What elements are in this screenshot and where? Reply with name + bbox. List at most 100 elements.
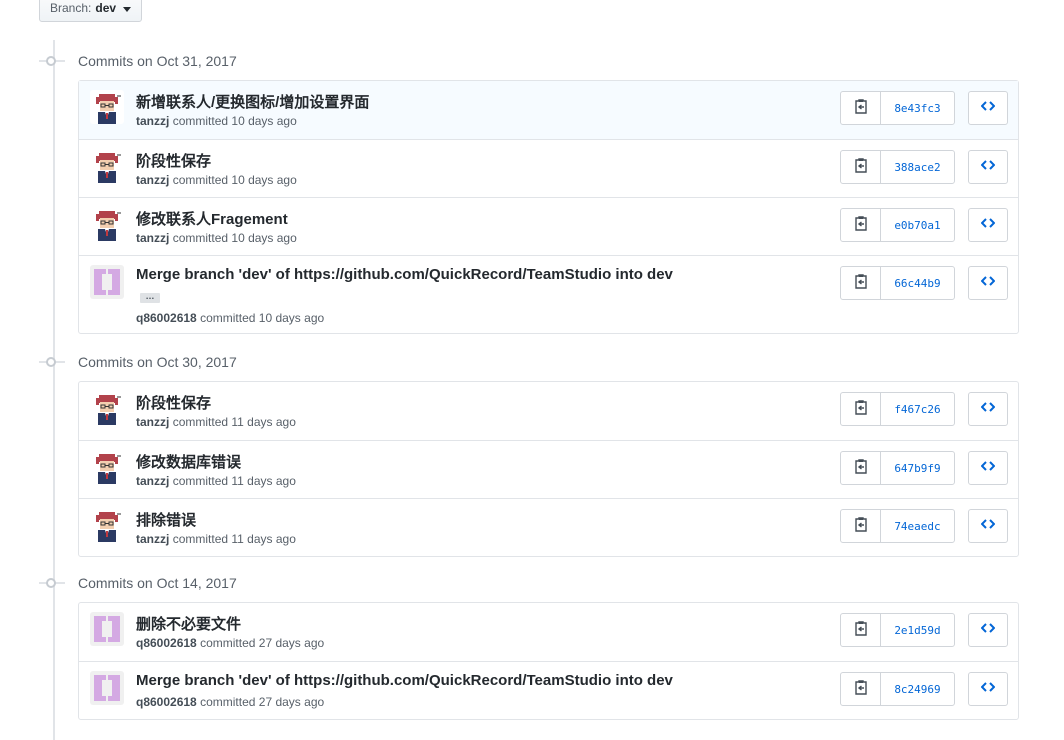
commit-group-header: Commits on Oct 30, 2017 xyxy=(39,354,237,370)
caret-down-icon xyxy=(123,6,132,12)
copy-sha-button[interactable] xyxy=(841,614,881,646)
commit-author-link[interactable]: q86002618 xyxy=(136,636,197,650)
browse-repo-button[interactable] xyxy=(968,672,1008,706)
commit-author-link[interactable]: tanzzj xyxy=(136,173,169,187)
browse-repo-button[interactable] xyxy=(968,509,1008,543)
copy-sha-button[interactable] xyxy=(841,510,881,542)
user-avatar[interactable] xyxy=(90,508,124,542)
commit-meta: tanzzj committed 11 days ago xyxy=(136,415,296,429)
copy-sha-button[interactable] xyxy=(841,92,881,124)
commit-time: 10 days ago xyxy=(231,114,297,128)
commit-action: committed xyxy=(172,415,229,429)
clipboard-icon xyxy=(854,620,868,641)
code-brackets-icon xyxy=(980,99,996,117)
code-brackets-icon xyxy=(980,459,996,477)
branch-select-button[interactable]: Branch: dev xyxy=(39,0,143,22)
browse-repo-button[interactable] xyxy=(968,266,1008,300)
commit-group: 删除不必要文件 q86002618 committed 27 days ago … xyxy=(78,602,1019,720)
commit-author-link[interactable]: q86002618 xyxy=(136,695,197,709)
sha-button-group: 8e43fc3 xyxy=(840,91,955,125)
expand-message-button[interactable]: … xyxy=(140,292,160,303)
commit-row: 新增联系人/更换图标/增加设置界面 tanzzj committed 10 da… xyxy=(79,81,1018,139)
commit-meta: tanzzj committed 10 days ago xyxy=(136,114,297,128)
clipboard-icon xyxy=(854,458,868,479)
commit-sha-link[interactable]: 8c24969 xyxy=(881,673,954,705)
browse-repo-button[interactable] xyxy=(968,451,1008,485)
clipboard-icon xyxy=(854,399,868,420)
commit-author-link[interactable]: tanzzj xyxy=(136,231,169,245)
commit-author-link[interactable]: tanzzj xyxy=(136,474,169,488)
commit-message-link[interactable]: 新增联系人/更换图标/增加设置界面 xyxy=(136,91,369,112)
code-brackets-icon xyxy=(980,517,996,535)
copy-sha-button[interactable] xyxy=(841,673,881,705)
commit-message-link[interactable]: 排除错误 xyxy=(136,509,196,530)
copy-sha-button[interactable] xyxy=(841,393,881,425)
commit-action: committed xyxy=(200,636,256,650)
browse-repo-button[interactable] xyxy=(968,91,1008,125)
commit-action: committed xyxy=(172,532,229,546)
commit-action: committed xyxy=(200,695,256,709)
copy-sha-button[interactable] xyxy=(841,452,881,484)
commit-group-header: Commits on Oct 14, 2017 xyxy=(39,575,237,591)
commit-sha-link[interactable]: e0b70a1 xyxy=(881,209,954,241)
user-avatar[interactable] xyxy=(90,391,124,425)
copy-sha-button[interactable] xyxy=(841,151,881,183)
clipboard-icon xyxy=(854,273,868,294)
user-avatar[interactable] xyxy=(90,149,124,183)
commit-date-label: Commits on Oct 14, 2017 xyxy=(78,575,237,591)
commit-author-link[interactable]: tanzzj xyxy=(136,415,169,429)
code-brackets-icon xyxy=(980,621,996,639)
user-avatar[interactable] xyxy=(90,207,124,241)
identicon-avatar[interactable] xyxy=(90,265,124,299)
commit-author-link[interactable]: q86002618 xyxy=(136,311,197,325)
clipboard-icon xyxy=(854,157,868,178)
commit-time: 10 days ago xyxy=(258,311,325,325)
user-avatar[interactable] xyxy=(90,90,124,124)
code-brackets-icon xyxy=(980,274,996,292)
user-avatar[interactable] xyxy=(90,450,124,484)
commit-time: 11 days ago xyxy=(231,532,296,546)
commit-message-link[interactable]: Merge branch 'dev' of https://github.com… xyxy=(136,672,673,689)
sha-button-group: 74eaedc xyxy=(840,509,955,543)
commit-meta: tanzzj committed 10 days ago xyxy=(136,231,297,245)
commit-sha-link[interactable]: 66c44b9 xyxy=(881,267,954,299)
copy-sha-button[interactable] xyxy=(841,267,881,299)
commit-row: Merge branch 'dev' of https://github.com… xyxy=(79,661,1018,719)
commit-group: 新增联系人/更换图标/增加设置界面 tanzzj committed 10 da… xyxy=(78,80,1019,334)
commit-sha-link[interactable]: 8e43fc3 xyxy=(881,92,954,124)
commit-message-link[interactable]: 修改联系人Fragement xyxy=(136,208,288,229)
commit-meta: q86002618 committed 27 days ago xyxy=(136,636,324,650)
identicon-avatar[interactable] xyxy=(90,671,124,705)
commit-message-link[interactable]: 修改数据库错误 xyxy=(136,451,241,472)
browse-repo-button[interactable] xyxy=(968,392,1008,426)
commit-author-link[interactable]: tanzzj xyxy=(136,114,169,128)
commit-sha-link[interactable]: 388ace2 xyxy=(881,151,954,183)
commit-meta: tanzzj committed 11 days ago xyxy=(136,532,296,546)
code-brackets-icon xyxy=(980,680,996,698)
browse-repo-button[interactable] xyxy=(968,208,1008,242)
timeline-node-icon xyxy=(39,56,65,66)
commit-author-link[interactable]: tanzzj xyxy=(136,532,169,546)
code-brackets-icon xyxy=(980,158,996,176)
commit-action: committed xyxy=(172,231,229,245)
commit-message-link[interactable]: 删除不必要文件 xyxy=(136,613,241,634)
commit-sha-link[interactable]: 647b9f9 xyxy=(881,452,954,484)
commit-row: 阶段性保存 tanzzj committed 11 days ago f467c… xyxy=(79,382,1018,440)
commit-message-link[interactable]: 阶段性保存 xyxy=(136,392,211,413)
commit-time: 10 days ago xyxy=(231,173,297,187)
commit-sha-link[interactable]: f467c26 xyxy=(881,393,954,425)
browse-repo-button[interactable] xyxy=(968,150,1008,184)
copy-sha-button[interactable] xyxy=(841,209,881,241)
commit-sha-link[interactable]: 2e1d59d xyxy=(881,614,954,646)
browse-repo-button[interactable] xyxy=(968,613,1008,647)
commit-message-link[interactable]: Merge branch 'dev' of https://github.com… xyxy=(136,266,673,283)
commit-sha-link[interactable]: 74eaedc xyxy=(881,510,954,542)
code-brackets-icon xyxy=(980,216,996,234)
commit-message-link[interactable]: 阶段性保存 xyxy=(136,150,211,171)
identicon-avatar[interactable] xyxy=(90,612,124,646)
commit-row: 排除错误 tanzzj committed 11 days ago 74eaed… xyxy=(79,498,1018,556)
commit-time: 11 days ago xyxy=(231,415,296,429)
commit-time: 10 days ago xyxy=(231,231,297,245)
sha-button-group: e0b70a1 xyxy=(840,208,955,242)
clipboard-icon xyxy=(854,215,868,236)
